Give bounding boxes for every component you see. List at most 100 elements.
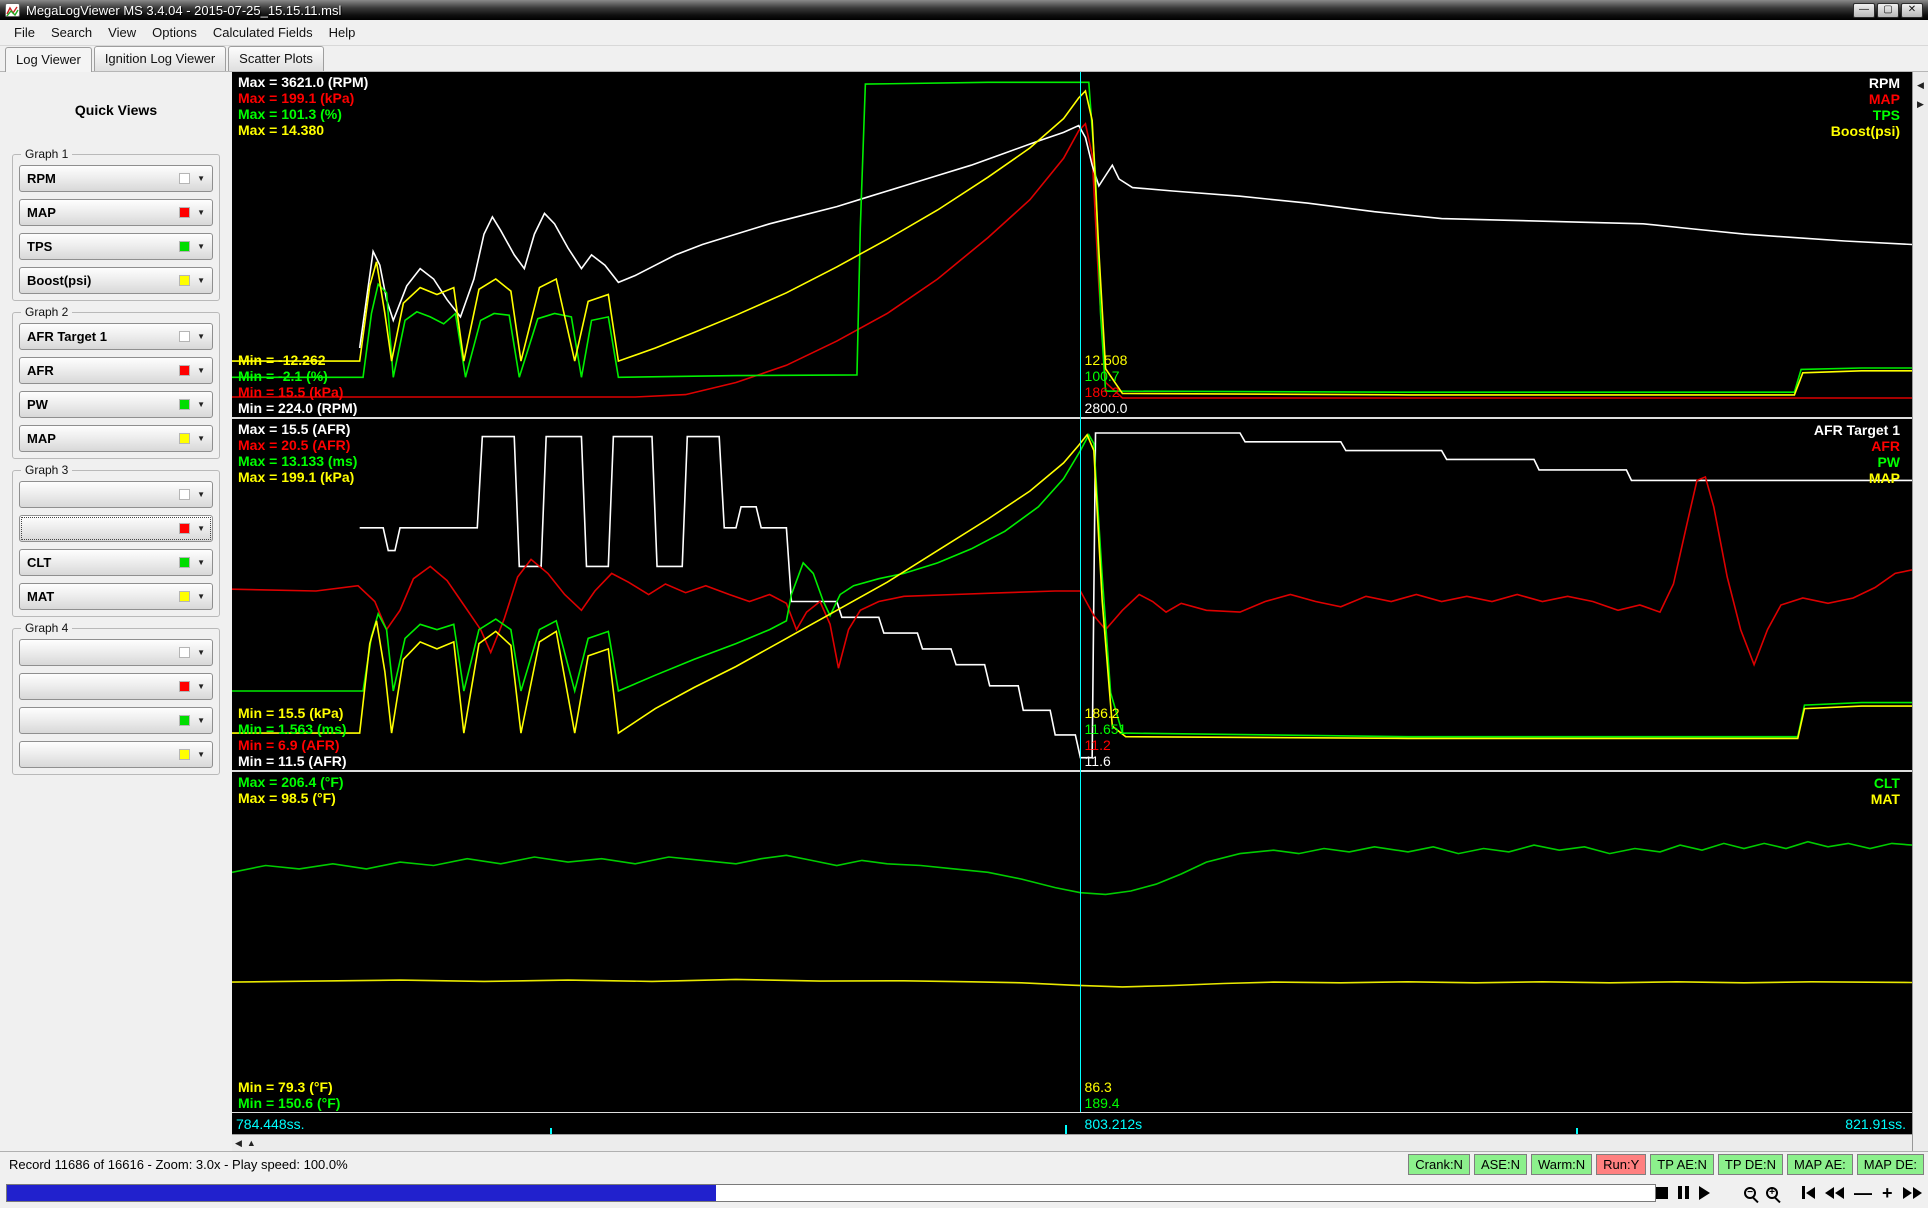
skip-start-button[interactable] [1802, 1186, 1815, 1199]
transport-controls: — + [1656, 1186, 1928, 1200]
chevron-down-icon[interactable]: ▼ [197, 332, 205, 341]
chevron-down-icon[interactable]: ▼ [197, 716, 205, 725]
graph2-traces [232, 419, 1912, 770]
indicator-map-de: MAP DE: [1857, 1154, 1924, 1175]
scroll-left-icon[interactable]: ◀ [235, 1138, 242, 1149]
time-axis[interactable]: 784.448ss. 803.212s 821.91ss. [232, 1112, 1912, 1134]
scroll-up-icon[interactable]: ▲ [247, 1138, 256, 1148]
tab-log-viewer[interactable]: Log Viewer [5, 47, 92, 72]
chevron-down-icon[interactable]: ▼ [197, 648, 205, 657]
chart-cursor-line[interactable] [1080, 72, 1081, 1112]
max-label: Max = 20.5 (AFR) [238, 437, 357, 453]
graph4-field4-select[interactable]: ▼ [19, 741, 213, 768]
graph3-field2-select[interactable]: ▼ [19, 515, 213, 542]
max-label: Max = 101.3 (%) [238, 106, 368, 122]
series-color-swatch [179, 647, 190, 658]
pause-button[interactable] [1678, 1186, 1689, 1199]
zoom-out-button[interactable] [1744, 1187, 1756, 1199]
close-icon[interactable]: ✕ [1901, 3, 1923, 18]
chevron-down-icon[interactable]: ▼ [197, 592, 205, 601]
chevron-down-icon[interactable]: ▼ [197, 400, 205, 409]
indicator-ase: ASE:N [1474, 1154, 1527, 1175]
tab-ignition-log-viewer[interactable]: Ignition Log Viewer [94, 46, 226, 71]
graph4-field1-select[interactable]: ▼ [19, 639, 213, 666]
series-color-swatch [179, 557, 190, 568]
play-button[interactable] [1699, 1186, 1710, 1200]
graph1-field3-select[interactable]: TPS ▼ [19, 233, 213, 260]
menu-help[interactable]: Help [321, 21, 364, 44]
graph3-max-labels: Max = 206.4 (°F) Max = 98.5 (°F) [238, 774, 344, 806]
graph1-field4-select[interactable]: Boost(psi) ▼ [19, 267, 213, 294]
chevron-down-icon[interactable]: ▼ [197, 524, 205, 533]
graph3-pane[interactable]: Max = 206.4 (°F) Max = 98.5 (°F) Min = 7… [232, 770, 1912, 1112]
vertical-scrollbar[interactable]: ◀ ▶ [1912, 72, 1928, 1151]
min-label: Min = 79.3 (°F) [238, 1079, 340, 1095]
scroll-right-icon[interactable]: ▶ [1917, 99, 1924, 110]
fast-forward-button[interactable] [1903, 1187, 1922, 1199]
maximize-icon[interactable]: ▢ [1877, 3, 1899, 18]
graph4-field3-select[interactable]: ▼ [19, 707, 213, 734]
chevron-down-icon[interactable]: ▼ [197, 750, 205, 759]
graph2-field2-select[interactable]: AFR ▼ [19, 357, 213, 384]
max-label: Max = 98.5 (°F) [238, 790, 344, 806]
chevron-down-icon[interactable]: ▼ [197, 490, 205, 499]
zoom-decrease-button[interactable]: — [1854, 1186, 1872, 1200]
series-color-swatch [179, 331, 190, 342]
graph1-field2-select[interactable]: MAP ▼ [19, 199, 213, 226]
indicator-tp-ae: TP AE:N [1650, 1154, 1714, 1175]
tab-bar: Log Viewer Ignition Log Viewer Scatter P… [0, 46, 1928, 72]
tab-scatter-plots[interactable]: Scatter Plots [228, 46, 324, 71]
chevron-down-icon[interactable]: ▼ [197, 276, 205, 285]
zoom-increase-button[interactable]: + [1882, 1186, 1893, 1200]
playback-progress-bar[interactable] [6, 1184, 1656, 1202]
menu-file[interactable]: File [6, 21, 43, 44]
stop-button[interactable] [1656, 1187, 1668, 1199]
graph3-field4-select[interactable]: MAT ▼ [19, 583, 213, 610]
series-color-swatch [179, 715, 190, 726]
menu-options[interactable]: Options [144, 21, 205, 44]
time-tick [1065, 1125, 1067, 1134]
chevron-down-icon[interactable]: ▼ [197, 434, 205, 443]
graph3-field1-select[interactable]: ▼ [19, 481, 213, 508]
min-label: Min = 6.9 (AFR) [238, 737, 347, 753]
chevron-down-icon[interactable]: ▼ [197, 242, 205, 251]
graph2-pane[interactable]: Max = 15.5 (AFR) Max = 20.5 (AFR) Max = … [232, 417, 1912, 770]
max-label: Max = 13.133 (ms) [238, 453, 357, 469]
graph4-field2-select[interactable]: ▼ [19, 673, 213, 700]
indicator-tp-de: TP DE:N [1718, 1154, 1783, 1175]
menu-calculated-fields[interactable]: Calculated Fields [205, 21, 321, 44]
graph3-field3-select[interactable]: CLT ▼ [19, 549, 213, 576]
chart-region: Max = 3621.0 (RPM) Max = 199.1 (kPa) Max… [232, 72, 1928, 1151]
cursor-value: 11.651 [1085, 721, 1127, 737]
series-color-swatch [179, 489, 190, 500]
menu-search[interactable]: Search [43, 21, 100, 44]
horizontal-scrollbar[interactable]: ◀ ▲ [232, 1134, 1912, 1151]
chevron-down-icon[interactable]: ▼ [197, 366, 205, 375]
scroll-left-icon[interactable]: ◀ [1917, 80, 1924, 91]
graph1-max-labels: Max = 3621.0 (RPM) Max = 199.1 (kPa) Max… [238, 74, 368, 138]
graph2-min-labels: Min = 15.5 (kPa) Min = 1.563 (ms) Min = … [238, 705, 347, 769]
legend-item: MAP [1831, 91, 1900, 107]
rewind-button[interactable] [1825, 1187, 1844, 1199]
stop-icon [1656, 1187, 1668, 1199]
menu-view[interactable]: View [100, 21, 144, 44]
rewind-icon [1825, 1187, 1834, 1199]
chevron-down-icon[interactable]: ▼ [197, 558, 205, 567]
graph2-field3-select[interactable]: PW ▼ [19, 391, 213, 418]
chevron-down-icon[interactable]: ▼ [197, 208, 205, 217]
RPM-trace [360, 126, 1912, 349]
chevron-down-icon[interactable]: ▼ [197, 682, 205, 691]
graph2-field1-select[interactable]: AFR Target 1 ▼ [19, 323, 213, 350]
graph1-min-labels: Min = -12.262 Min = -2.1 (%) Min = 15.5 … [238, 352, 357, 416]
legend-item: MAP [1814, 470, 1900, 486]
skip-start-icon [1806, 1187, 1815, 1199]
zoom-in-button[interactable] [1766, 1187, 1778, 1199]
graph2-group: Graph 2 AFR Target 1 ▼ AFR ▼ PW ▼ [12, 312, 220, 459]
graph2-field4-select[interactable]: MAP ▼ [19, 425, 213, 452]
minimize-icon[interactable]: — [1853, 3, 1875, 18]
cursor-value: 186.2 [1085, 705, 1127, 721]
graph1-pane[interactable]: Max = 3621.0 (RPM) Max = 199.1 (kPa) Max… [232, 72, 1912, 417]
graph4-group: Graph 4 ▼ ▼ ▼ [12, 628, 220, 775]
chevron-down-icon[interactable]: ▼ [197, 174, 205, 183]
graph1-field1-select[interactable]: RPM ▼ [19, 165, 213, 192]
